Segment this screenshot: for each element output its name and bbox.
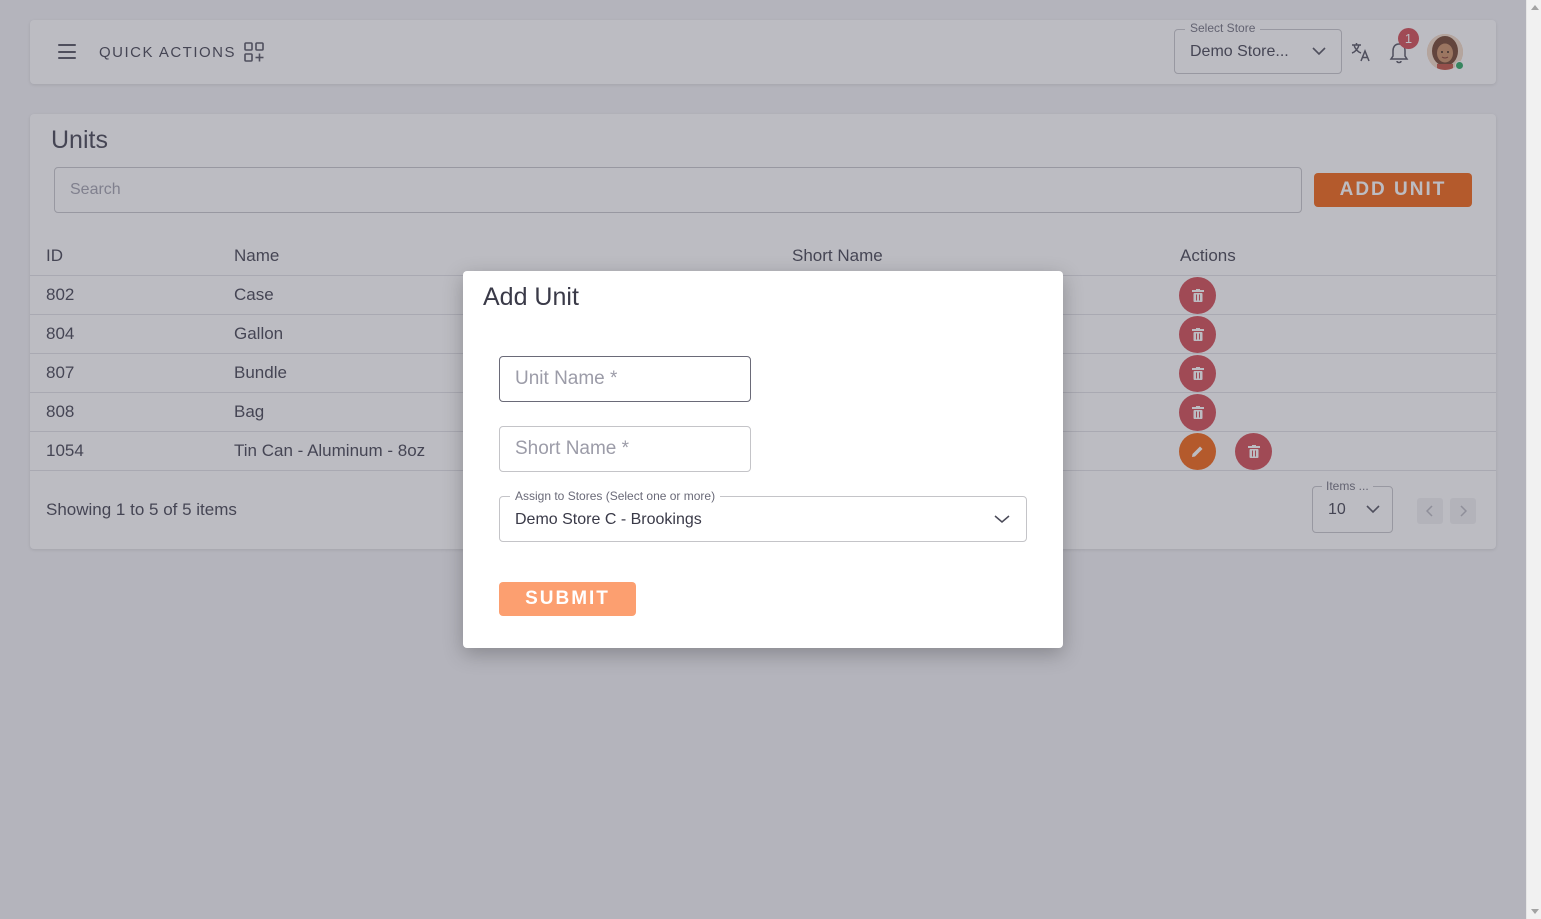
dialog-title: Add Unit	[483, 283, 579, 311]
assign-stores-select[interactable]: Assign to Stores (Select one or more) De…	[499, 489, 1027, 542]
unit-name-input[interactable]	[499, 356, 751, 402]
submit-button[interactable]: SUBMIT	[499, 582, 636, 616]
assign-stores-value: Demo Store C - Brookings	[515, 511, 702, 528]
vertical-scrollbar[interactable]	[1526, 0, 1541, 919]
assign-stores-legend: Assign to Stores (Select one or more)	[510, 489, 721, 503]
add-unit-dialog: Add Unit Assign to Stores (Select one or…	[463, 271, 1063, 648]
short-name-input[interactable]	[499, 426, 751, 472]
scroll-up-arrow-icon[interactable]	[1531, 5, 1539, 10]
chevron-down-icon	[994, 515, 1010, 523]
scroll-down-arrow-icon[interactable]	[1531, 909, 1539, 914]
